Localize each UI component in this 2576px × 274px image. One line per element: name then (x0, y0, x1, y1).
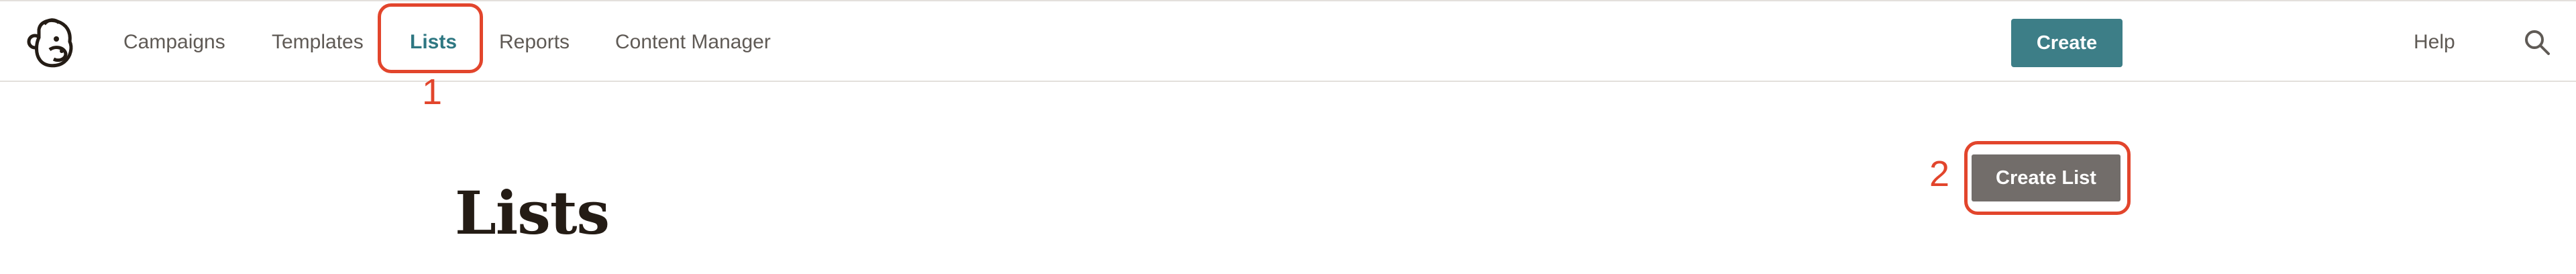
step1-number: 1 (422, 72, 443, 112)
step2-number: 2 (1929, 154, 1950, 194)
help-link[interactable]: Help (2414, 1, 2455, 83)
page-title: Lists (455, 177, 610, 248)
top-navigation-bar: Campaigns Templates Lists Reports Conten… (0, 0, 2576, 82)
nav-item-reports[interactable]: Reports (499, 1, 570, 83)
search-icon[interactable] (2524, 29, 2551, 56)
nav-item-content-manager[interactable]: Content Manager (615, 1, 771, 83)
mailchimp-logo-icon[interactable] (24, 16, 78, 70)
nav-item-campaigns[interactable]: Campaigns (123, 1, 225, 83)
create-list-button[interactable]: Create List (1972, 154, 2121, 201)
nav-item-lists[interactable]: Lists (410, 1, 457, 83)
nav-item-templates[interactable]: Templates (272, 1, 364, 83)
create-button[interactable]: Create (2011, 19, 2123, 67)
